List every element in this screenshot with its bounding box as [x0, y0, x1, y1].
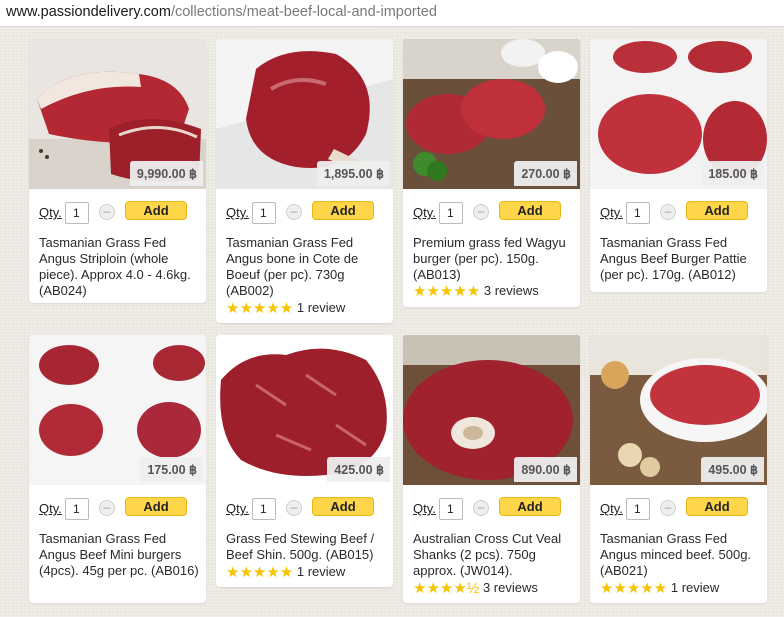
- product-image[interactable]: 495.00 ฿: [590, 335, 767, 485]
- qty-label: Qty.: [39, 501, 62, 516]
- rating[interactable]: ★★★★★ 1 review: [226, 563, 346, 581]
- product-title[interactable]: Tasmanian Grass Fed Angus Beef Burger Pa…: [600, 235, 762, 283]
- price-badge: 185.00 ฿: [701, 161, 764, 186]
- product-title[interactable]: Premium grass fed Wagyu burger (per pc).…: [413, 235, 575, 283]
- quantity-row: Qty. – Add: [590, 497, 767, 521]
- url-path: /collections/meat-beef-local-and-importe…: [170, 4, 437, 20]
- rating[interactable]: ★★★★½ 3 reviews: [413, 579, 538, 597]
- decrease-quantity-button[interactable]: –: [286, 500, 302, 516]
- quantity-input[interactable]: [439, 498, 463, 520]
- product-card: 175.00 ฿ Qty. – Add Tasmanian Grass Fed …: [29, 335, 206, 603]
- quantity-input[interactable]: [252, 498, 276, 520]
- add-to-cart-button[interactable]: Add: [312, 201, 374, 220]
- price-badge: 890.00 ฿: [514, 457, 577, 482]
- product-card: 495.00 ฿ Qty. – Add Tasmanian Grass Fed …: [590, 335, 767, 603]
- add-to-cart-button[interactable]: Add: [499, 497, 561, 516]
- price-badge: 425.00 ฿: [327, 457, 390, 482]
- price-badge: 495.00 ฿: [701, 457, 764, 482]
- quantity-row: Qty. – Add: [29, 497, 206, 521]
- quantity-input[interactable]: [65, 202, 89, 224]
- quantity-input[interactable]: [252, 202, 276, 224]
- add-to-cart-button[interactable]: Add: [125, 497, 187, 516]
- add-to-cart-button[interactable]: Add: [686, 497, 748, 516]
- price-badge: 1,895.00 ฿: [316, 161, 390, 186]
- rating[interactable]: ★★★★★ 3 reviews: [413, 282, 539, 300]
- product-card: 425.00 ฿ Qty. – Add Grass Fed Stewing Be…: [216, 335, 393, 587]
- price-badge: 175.00 ฿: [140, 457, 203, 482]
- quantity-input[interactable]: [439, 202, 463, 224]
- quantity-row: Qty. – Add: [590, 201, 767, 225]
- quantity-row: Qty. – Add: [216, 201, 393, 225]
- product-title[interactable]: Tasmanian Grass Fed Angus Striploin (who…: [39, 235, 201, 299]
- qty-label: Qty.: [600, 205, 623, 220]
- product-title[interactable]: Tasmanian Grass Fed Angus bone in Cote d…: [226, 235, 388, 299]
- product-card: 890.00 ฿ Qty. – Add Australian Cross Cut…: [403, 335, 580, 603]
- qty-label: Qty.: [600, 501, 623, 516]
- decrease-quantity-button[interactable]: –: [660, 500, 676, 516]
- quantity-input[interactable]: [626, 202, 650, 224]
- product-image[interactable]: 425.00 ฿: [216, 335, 393, 485]
- review-count: 1 review: [296, 564, 346, 579]
- product-card: 1,895.00 ฿ Qty. – Add Tasmanian Grass Fe…: [216, 39, 393, 323]
- product-title[interactable]: Tasmanian Grass Fed Angus minced beef. 5…: [600, 531, 762, 579]
- add-to-cart-button[interactable]: Add: [125, 201, 187, 220]
- star-rating-icon: ★★★★★: [226, 564, 294, 581]
- qty-label: Qty.: [413, 205, 436, 220]
- quantity-input[interactable]: [626, 498, 650, 520]
- quantity-row: Qty. – Add: [29, 201, 206, 225]
- quantity-row: Qty. – Add: [403, 497, 580, 521]
- qty-label: Qty.: [413, 501, 436, 516]
- decrease-quantity-button[interactable]: –: [99, 204, 115, 220]
- review-count: 1 review: [296, 300, 346, 315]
- qty-label: Qty.: [226, 205, 249, 220]
- decrease-quantity-button[interactable]: –: [660, 204, 676, 220]
- product-image[interactable]: 1,895.00 ฿: [216, 39, 393, 189]
- add-to-cart-button[interactable]: Add: [686, 201, 748, 220]
- quantity-row: Qty. – Add: [403, 201, 580, 225]
- product-title[interactable]: Australian Cross Cut Veal Shanks (2 pcs)…: [413, 531, 575, 579]
- decrease-quantity-button[interactable]: –: [286, 204, 302, 220]
- star-rating-icon: ★★★★½: [413, 580, 480, 597]
- add-to-cart-button[interactable]: Add: [499, 201, 561, 220]
- product-image[interactable]: 9,990.00 ฿: [29, 39, 206, 189]
- address-bar[interactable]: www.passiondelivery.com/collections/meat…: [0, 0, 784, 27]
- price-badge: 270.00 ฿: [514, 161, 577, 186]
- product-image[interactable]: 175.00 ฿: [29, 335, 206, 485]
- add-to-cart-button[interactable]: Add: [312, 497, 374, 516]
- product-title[interactable]: Tasmanian Grass Fed Angus Beef Mini burg…: [39, 531, 201, 579]
- rating[interactable]: ★★★★★ 1 review: [600, 579, 720, 597]
- quantity-row: Qty. – Add: [216, 497, 393, 521]
- decrease-quantity-button[interactable]: –: [473, 500, 489, 516]
- star-rating-icon: ★★★★★: [413, 283, 481, 300]
- qty-label: Qty.: [39, 205, 62, 220]
- decrease-quantity-button[interactable]: –: [99, 500, 115, 516]
- product-image[interactable]: 890.00 ฿: [403, 335, 580, 485]
- star-rating-icon: ★★★★★: [226, 300, 294, 317]
- url-host: www.passiondelivery.com: [6, 4, 171, 20]
- product-card: 185.00 ฿ Qty. – Add Tasmanian Grass Fed …: [590, 39, 767, 292]
- qty-label: Qty.: [226, 501, 249, 516]
- product-title[interactable]: Grass Fed Stewing Beef / Beef Shin. 500g…: [226, 531, 388, 563]
- review-count: 3 reviews: [483, 283, 539, 298]
- price-badge: 9,990.00 ฿: [129, 161, 203, 186]
- product-image[interactable]: 270.00 ฿: [403, 39, 580, 189]
- review-count: 3 reviews: [482, 580, 538, 595]
- product-image[interactable]: 185.00 ฿: [590, 39, 767, 189]
- star-rating-icon: ★★★★★: [600, 580, 668, 597]
- product-card: 270.00 ฿ Qty. – Add Premium grass fed Wa…: [403, 39, 580, 307]
- product-card: 9,990.00 ฿ Qty. – Add Tasmanian Grass Fe…: [29, 39, 206, 303]
- review-count: 1 review: [670, 580, 720, 595]
- decrease-quantity-button[interactable]: –: [473, 204, 489, 220]
- quantity-input[interactable]: [65, 498, 89, 520]
- rating[interactable]: ★★★★★ 1 review: [226, 299, 346, 317]
